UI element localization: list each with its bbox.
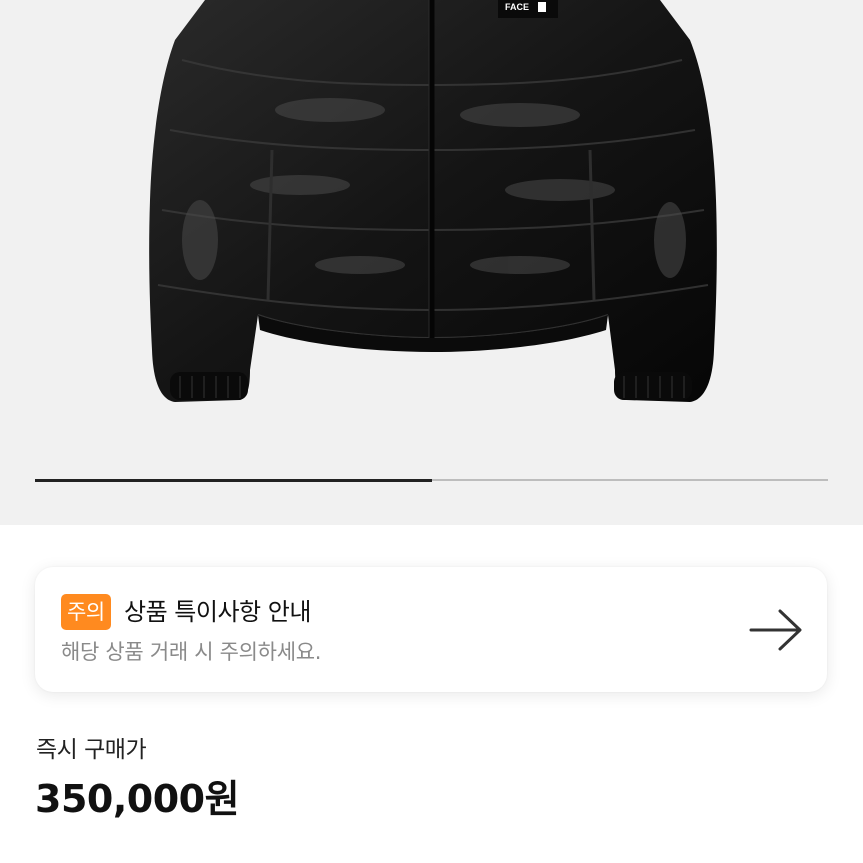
instant-buy-price-label: 즉시 구매가 xyxy=(36,737,147,763)
gallery-progress-bar xyxy=(35,478,828,482)
notice-subtitle: 해당 상품 거래 시 주의하세요. xyxy=(61,640,322,664)
caution-badge: 주의 xyxy=(61,594,111,630)
gallery-progress-fill xyxy=(35,478,432,482)
instant-buy-price: 350,000원 xyxy=(35,777,240,821)
notice-title: 상품 특이사항 안내 xyxy=(124,598,311,626)
product-image-gallery[interactable]: FACE xyxy=(0,0,863,525)
product-detail-page: FACE 주의 상품 특이사항 안내 해당 상품 거래 시 주의하세요. 즉시 … xyxy=(0,0,863,863)
product-image: FACE xyxy=(149,0,717,402)
brand-logo-text: FACE xyxy=(505,2,529,12)
arrow-right-icon[interactable] xyxy=(747,605,805,655)
product-notice-card[interactable]: 주의 상품 특이사항 안내 해당 상품 거래 시 주의하세요. xyxy=(35,567,827,692)
